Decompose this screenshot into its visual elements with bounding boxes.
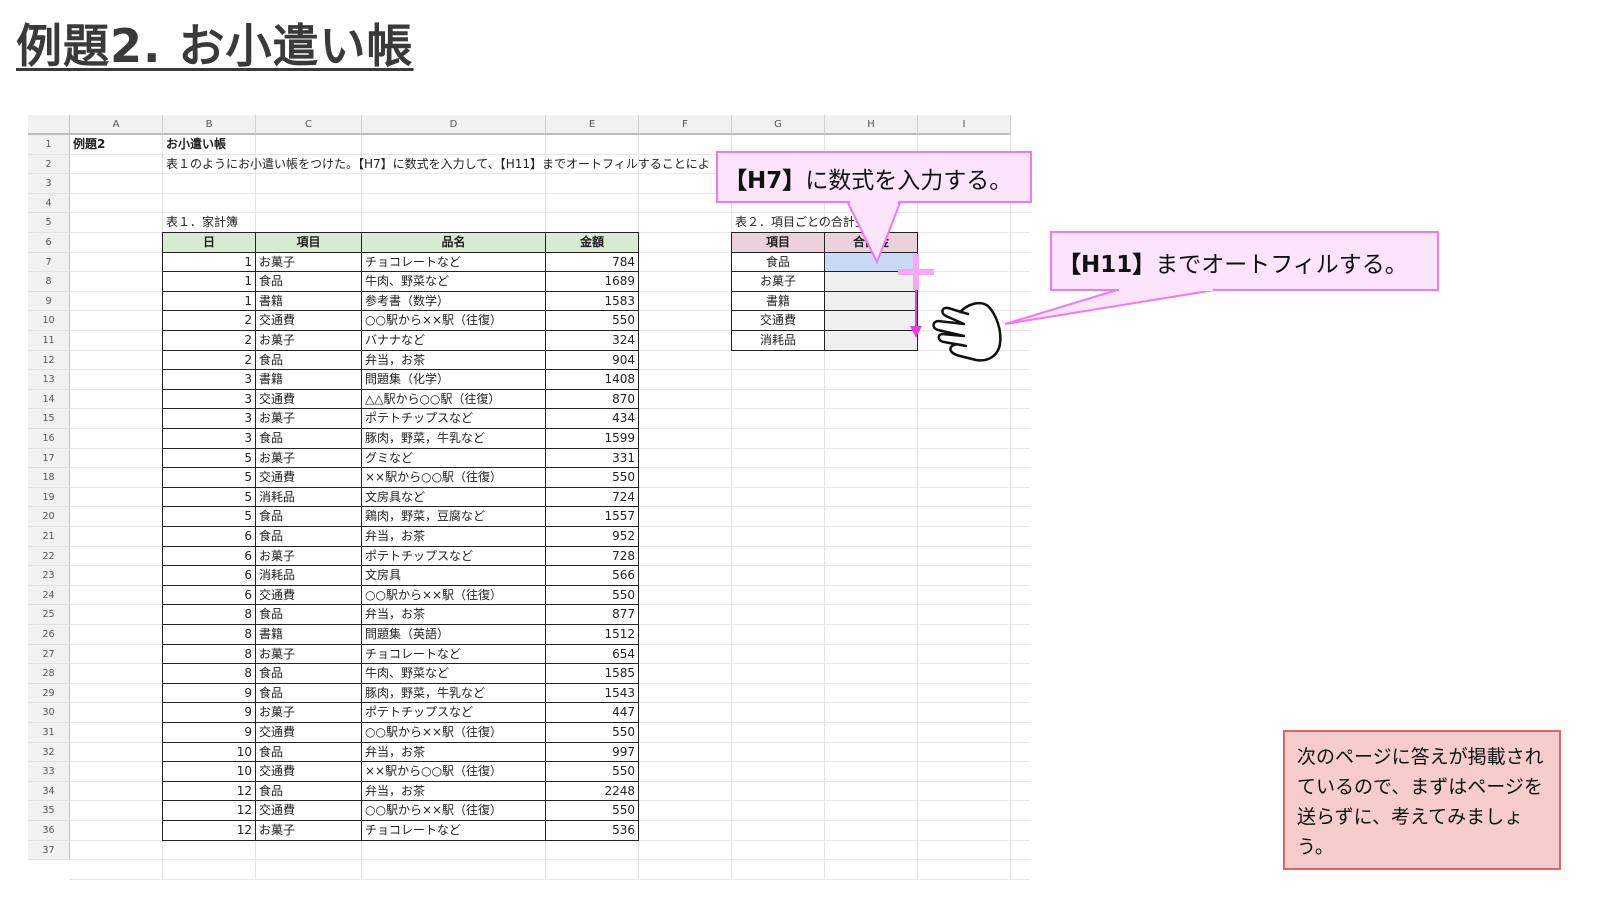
callout-h11-pointer: [1004, 289, 1216, 325]
instruction-note: 次のページに答えが掲載されているので、まずはページを送らずに、考えてみましょう。: [1283, 730, 1561, 870]
drag-down-arrow-icon: [910, 290, 922, 338]
callout-h7-pointer: [846, 202, 902, 265]
fill-handle-cursor-icon: [898, 254, 934, 290]
hand-pointer-icon: [932, 301, 1002, 362]
